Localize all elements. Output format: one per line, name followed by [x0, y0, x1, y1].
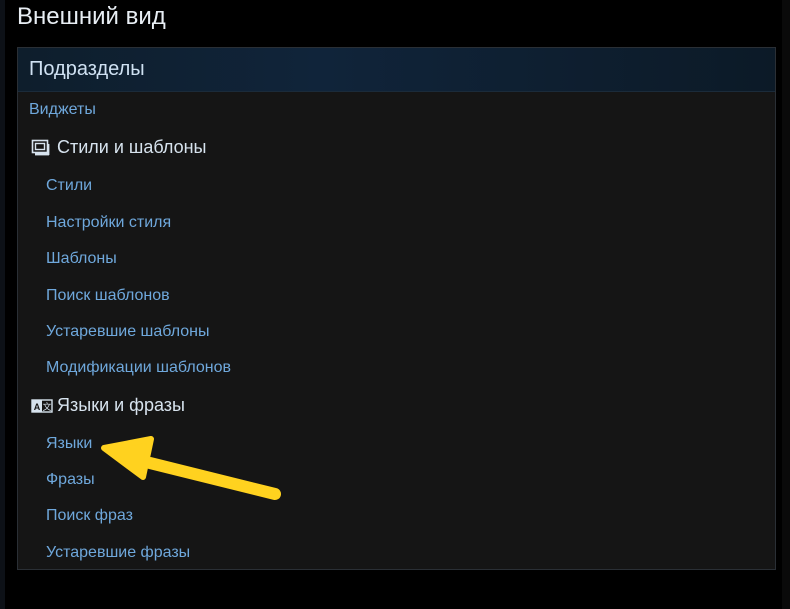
annotation-arrow-icon	[101, 436, 281, 500]
